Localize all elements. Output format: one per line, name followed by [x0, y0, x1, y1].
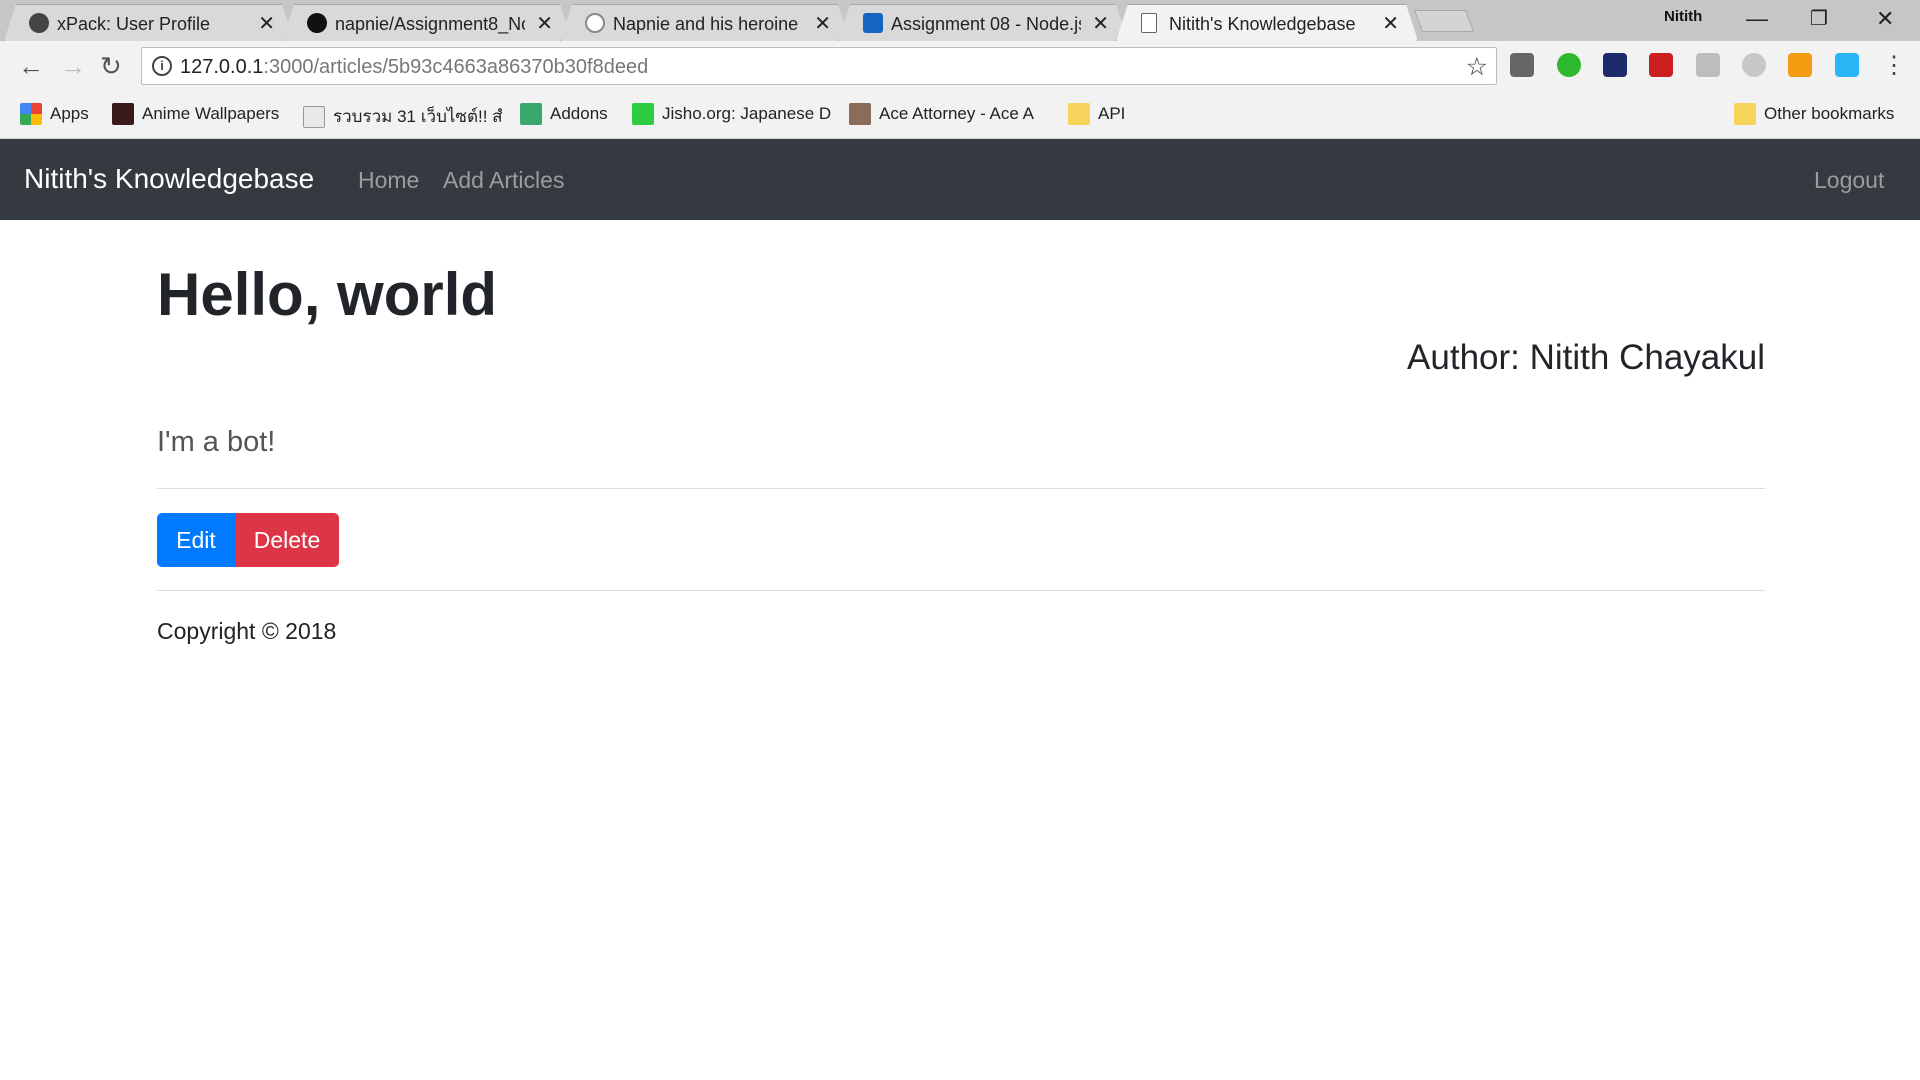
bookmark-label: Addons — [550, 104, 608, 123]
anime-icon — [112, 103, 134, 125]
bookmarks-bar: Apps Anime Wallpapers รวบรวม 31 เว็บไซต์… — [0, 91, 1920, 139]
tab-title: Assignment 08 - Node.js, Exp — [891, 14, 1079, 34]
extension-icon[interactable] — [1510, 53, 1534, 77]
url-path: :3000/articles/5b93c4663a86370b30f8deed — [263, 56, 649, 78]
divider — [157, 590, 1765, 591]
page-icon — [1141, 13, 1157, 33]
contact-icon — [863, 13, 883, 33]
tab-title: Napnie and his heroine — [613, 14, 799, 34]
restore-icon[interactable]: ❐ — [1810, 6, 1828, 31]
article-author: Author: Nitith Chayakul — [1407, 338, 1765, 377]
extension-icon[interactable] — [1649, 53, 1673, 77]
article-title: Hello, world — [157, 261, 498, 328]
minimize-icon[interactable]: — — [1746, 6, 1768, 32]
folder-icon — [1734, 103, 1756, 125]
nav-home-link[interactable]: Home — [358, 167, 419, 194]
url-text[interactable]: 127.0.0.1:3000/articles/5b93c4663a86370b… — [180, 56, 648, 79]
other-bookmarks[interactable]: Other bookmarks — [1734, 103, 1894, 125]
close-icon[interactable]: ✕ — [814, 11, 831, 36]
bookmark-label: Anime Wallpapers — [142, 104, 280, 123]
divider — [157, 488, 1765, 489]
menu-icon[interactable]: ⋮ — [1882, 51, 1906, 80]
bookmark-thai-site[interactable]: รวบรวม 31 เว็บไซต์!! สำ — [303, 103, 503, 130]
browser-tab-strip: xPack: User Profile ✕ napnie/Assignment8… — [0, 0, 1920, 41]
bookmark-addons[interactable]: Addons — [520, 103, 608, 125]
nav-logout-link[interactable]: Logout — [1814, 167, 1884, 194]
thai-site-icon — [303, 105, 325, 128]
forward-icon[interactable]: → — [60, 51, 86, 82]
site-navbar: Nitith's Knowledgebase Home Add Articles… — [0, 139, 1920, 220]
extension-icon[interactable] — [1835, 53, 1859, 77]
other-bookmarks-label: Other bookmarks — [1764, 104, 1895, 123]
tab-xpack[interactable]: xPack: User Profile ✕ — [4, 4, 294, 41]
bookmark-apps[interactable]: Apps — [20, 103, 89, 125]
bookmark-label: Ace Attorney - Ace A — [879, 104, 1034, 123]
google-icon — [585, 13, 605, 33]
bookmark-label: Apps — [50, 104, 89, 123]
bookmark-label: Jisho.org: Japanese D — [662, 104, 832, 123]
pdf-extension-icon[interactable] — [1696, 53, 1720, 77]
bookmark-ace-attorney[interactable]: Ace Attorney - Ace A — [849, 103, 1034, 125]
github-icon — [307, 13, 327, 33]
profile-name[interactable]: Nitith — [1664, 8, 1702, 25]
reload-icon[interactable]: ↻ — [100, 51, 122, 82]
article-body: I'm a bot! — [157, 426, 276, 458]
bookmark-anime-wallpapers[interactable]: Anime Wallpapers — [112, 103, 279, 125]
xpack-icon — [29, 13, 49, 33]
url-host: 127.0.0.1 — [180, 56, 264, 78]
apps-grid-icon — [20, 103, 42, 125]
extension-icon[interactable] — [1603, 53, 1627, 77]
folder-icon — [1068, 103, 1090, 125]
ace-attorney-icon — [849, 103, 871, 125]
tab-napnie[interactable]: Napnie and his heroine ✕ — [560, 4, 850, 41]
bookmark-label: รวบรวม 31 เว็บไซต์!! สำ — [333, 107, 503, 126]
address-bar[interactable]: i 127.0.0.1:3000/articles/5b93c4663a8637… — [141, 47, 1497, 85]
extension-icon[interactable] — [1742, 53, 1766, 77]
nav-add-articles-link[interactable]: Add Articles — [443, 167, 564, 194]
jisho-icon — [632, 103, 654, 125]
rss-icon[interactable] — [1788, 53, 1812, 77]
delete-button[interactable]: Delete — [235, 513, 339, 567]
tab-github[interactable]: napnie/Assignment8_Node ✕ — [282, 4, 572, 41]
window-close-icon[interactable]: ✕ — [1876, 6, 1894, 32]
bookmark-api[interactable]: API — [1068, 103, 1125, 125]
close-icon[interactable]: ✕ — [258, 11, 275, 36]
edit-button[interactable]: Edit — [157, 513, 235, 567]
close-icon[interactable]: ✕ — [1382, 11, 1399, 36]
tab-title: xPack: User Profile — [57, 14, 211, 34]
browser-toolbar: ← → ↻ i 127.0.0.1:3000/articles/5b93c466… — [0, 41, 1920, 91]
back-icon[interactable]: ← — [18, 51, 44, 82]
bookmark-jisho[interactable]: Jisho.org: Japanese D — [632, 103, 831, 125]
extension-icon[interactable] — [1557, 53, 1581, 77]
close-icon[interactable]: ✕ — [1092, 11, 1109, 36]
tab-assignment[interactable]: Assignment 08 - Node.js, Exp ✕ — [838, 4, 1128, 41]
info-icon[interactable]: i — [152, 56, 172, 76]
new-tab-button[interactable] — [1413, 10, 1475, 32]
bookmark-label: API — [1098, 104, 1126, 123]
bookmark-star-icon[interactable]: ☆ — [1466, 52, 1488, 82]
close-icon[interactable]: ✕ — [536, 11, 553, 36]
puzzle-icon — [520, 103, 542, 125]
site-brand[interactable]: Nitith's Knowledgebase — [24, 163, 314, 195]
copyright-text: Copyright © 2018 — [157, 618, 337, 644]
tab-title: Nitith's Knowledgebase — [1169, 14, 1356, 34]
tab-knowledgebase[interactable]: Nitith's Knowledgebase ✕ — [1116, 4, 1418, 41]
tab-title: napnie/Assignment8_Node — [335, 14, 522, 34]
